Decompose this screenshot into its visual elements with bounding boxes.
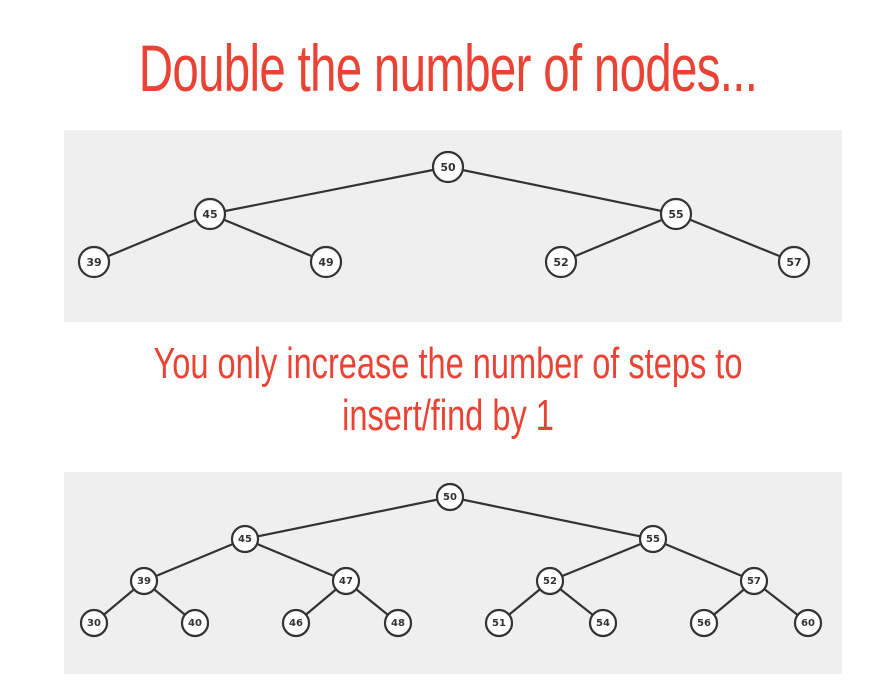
- tree-node-50: 50: [431, 150, 465, 184]
- tree-node-49: 49: [309, 245, 343, 279]
- node-label: 52: [553, 256, 568, 269]
- tree-node-57: 57: [739, 566, 769, 596]
- tree-node-57: 57: [777, 245, 811, 279]
- tree-edge-50-55: [449, 495, 654, 541]
- node-label: 45: [238, 534, 252, 545]
- tree-edge-45-47: [244, 537, 347, 583]
- node-label: 50: [443, 492, 457, 503]
- tree-node-60: 60: [793, 608, 823, 638]
- node-label: 45: [202, 208, 217, 221]
- node-label: 39: [137, 576, 151, 587]
- tree-edge-55-57: [675, 212, 795, 264]
- tree-edge-45-39: [143, 537, 246, 583]
- tree-node-47: 47: [331, 566, 361, 596]
- node-label: 54: [596, 618, 610, 629]
- node-label: 57: [786, 256, 801, 269]
- node-label: 52: [543, 576, 557, 587]
- node-label: 55: [646, 534, 660, 545]
- tree-edge-55-52: [549, 537, 654, 583]
- node-label: 51: [492, 618, 506, 629]
- node-label: 39: [86, 256, 101, 269]
- tree-node-48: 48: [383, 608, 413, 638]
- subtitle-line-2: insert/find by 1: [342, 391, 554, 440]
- node-label: 50: [440, 161, 456, 174]
- tree-edge-50-55: [447, 165, 677, 216]
- tree-edge-50-45: [244, 495, 451, 541]
- node-label: 48: [391, 618, 405, 629]
- node-label: 30: [87, 618, 101, 629]
- tree-node-52: 52: [535, 566, 565, 596]
- tree-node-54: 54: [588, 608, 618, 638]
- tree-node-39: 39: [77, 245, 111, 279]
- tree-node-46: 46: [281, 608, 311, 638]
- small-tree-panel: 50 45 55 39 49 52 57: [64, 130, 842, 322]
- tree-edge-50-45: [209, 165, 449, 216]
- node-label: 47: [339, 576, 353, 587]
- tree-node-45: 45: [193, 197, 227, 231]
- node-label: 55: [668, 208, 683, 221]
- slide-title: Double the number of nodes...: [138, 31, 758, 105]
- large-tree-diagram: 50 45 55 39 47 52 57 30 40 46 48 51 54 56 60: [79, 482, 823, 638]
- node-label: 57: [747, 576, 761, 587]
- node-label: 60: [801, 618, 815, 629]
- tree-edge-45-39: [93, 212, 211, 264]
- tree-node-40: 40: [180, 608, 210, 638]
- tree-node-30: 30: [79, 608, 109, 638]
- tree-edge-55-57: [652, 537, 755, 583]
- tree-node-55: 55: [638, 524, 668, 554]
- node-label: 46: [289, 618, 303, 629]
- large-tree-panel: 50 45 55 39 47 52 57 30 40 46 48 51 54 56 60: [64, 472, 842, 674]
- slide-subtitle: You only increase the number of steps to…: [116, 338, 779, 442]
- tree-node-45: 45: [230, 524, 260, 554]
- tree-edge-45-49: [209, 212, 327, 264]
- tree-edge-55-52: [560, 212, 677, 264]
- tree-node-39: 39: [129, 566, 159, 596]
- tree-node-56: 56: [689, 608, 719, 638]
- small-tree-diagram: 50 45 55 39 49 52 57: [77, 150, 811, 279]
- tree-node-51: 51: [484, 608, 514, 638]
- node-label: 49: [318, 256, 333, 269]
- tree-node-50: 50: [435, 482, 465, 512]
- tree-node-52: 52: [544, 245, 578, 279]
- node-label: 56: [697, 618, 711, 629]
- tree-node-55: 55: [659, 197, 693, 231]
- subtitle-line-1: You only increase the number of steps to: [153, 339, 743, 388]
- node-label: 40: [188, 618, 202, 629]
